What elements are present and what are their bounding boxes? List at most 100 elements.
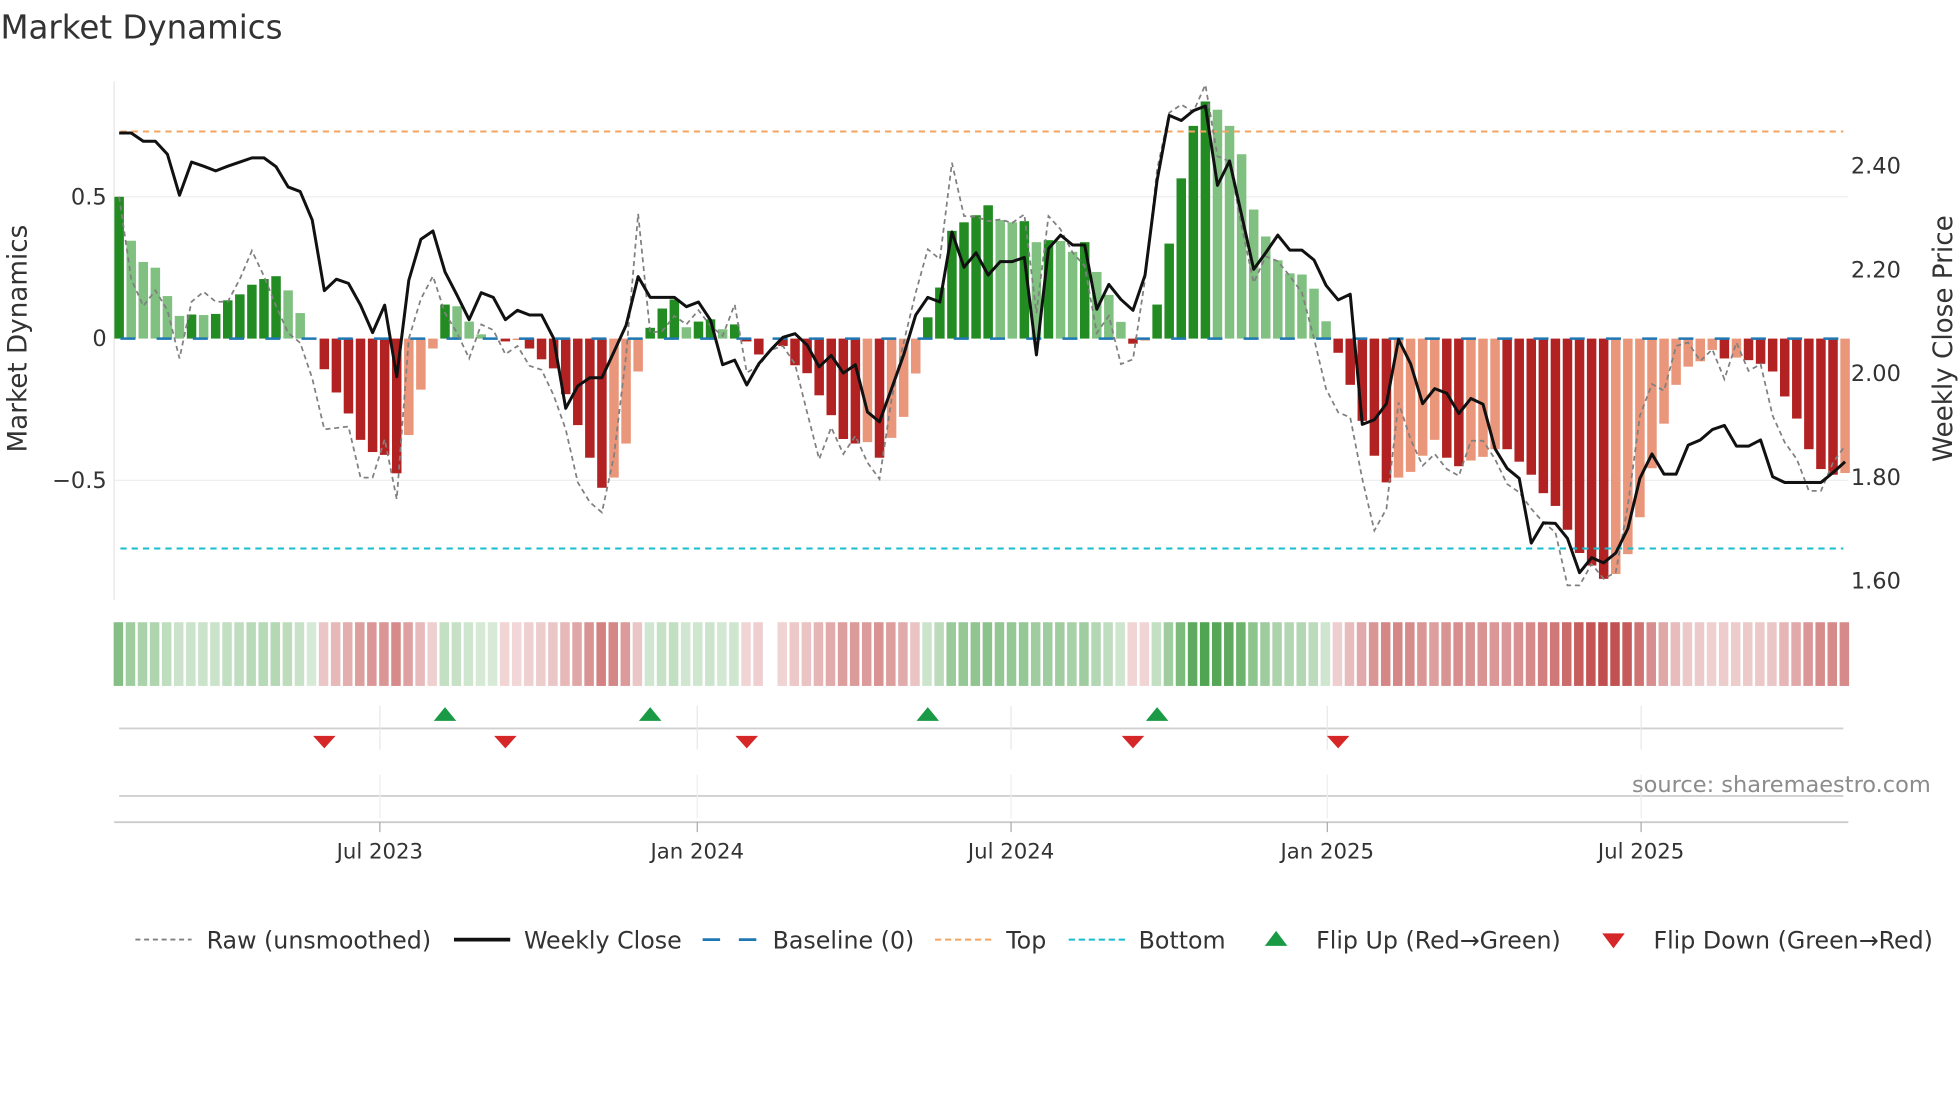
strip-cell (1598, 622, 1607, 686)
strip-cell (1007, 622, 1016, 686)
strip-cell (1381, 622, 1390, 686)
strip-cell (1357, 622, 1366, 686)
strip-cell (850, 622, 859, 686)
legend-label-close: Weekly Close (524, 926, 682, 954)
strip-cell (1417, 622, 1426, 686)
flip-up-marker (434, 707, 456, 721)
strip-cell (198, 622, 207, 686)
strip-cell (922, 622, 931, 686)
strip-cell (681, 622, 690, 686)
strip-cell (633, 622, 642, 686)
strip-cell (705, 622, 714, 686)
y2-tick-label: 2.00 (1851, 361, 1901, 387)
strip-cell (1296, 622, 1305, 686)
strip-cell (1743, 622, 1752, 686)
bar-positive (151, 268, 160, 339)
bar-positive (223, 300, 232, 338)
bar-negative (1840, 339, 1849, 473)
bar-negative (875, 339, 884, 458)
bar-negative (344, 339, 353, 414)
strip-cell (234, 622, 243, 686)
flip-down-marker (1327, 736, 1349, 748)
strip-cell (452, 622, 461, 686)
bar-positive (295, 313, 304, 339)
bar-positive (199, 315, 208, 339)
strip-cell (802, 622, 811, 686)
strip-cell (777, 622, 786, 686)
strip-cell (210, 622, 219, 686)
strip-cell (1345, 622, 1354, 686)
strip-cell (1791, 622, 1800, 686)
strip-cell (1514, 622, 1523, 686)
strip-cell (560, 622, 569, 686)
strip-cell (1152, 622, 1161, 686)
market-dynamics-chart: Market Dynamics Market Dynamics Weekly C… (0, 0, 1960, 1102)
strip-cell (379, 622, 388, 686)
strip-cell (1309, 622, 1318, 686)
bar-negative (1756, 339, 1765, 364)
strip-cell (258, 622, 267, 686)
bar-positive (1321, 321, 1330, 338)
flip-markers (119, 706, 1843, 818)
bar-negative (863, 339, 872, 443)
strip-cell (1477, 622, 1486, 686)
bar-negative (332, 339, 341, 393)
strip-cell (343, 622, 352, 686)
strip-cell (536, 622, 545, 686)
strip-cell (1634, 622, 1643, 686)
bar-negative (573, 339, 582, 426)
strip-cell (476, 622, 485, 686)
bar-negative (1659, 339, 1668, 424)
strip-cell (1671, 622, 1680, 686)
strip-cell (1562, 622, 1571, 686)
strip-cell (1224, 622, 1233, 686)
bar-positive (923, 317, 932, 338)
bar-negative (537, 339, 546, 360)
bar-positive (1177, 178, 1186, 338)
strip-cell (898, 622, 907, 686)
strip-cell (1622, 622, 1631, 686)
strip-cell (1803, 622, 1812, 686)
strip-cell (331, 622, 340, 686)
strip-cell (946, 622, 955, 686)
strip-cell (584, 622, 593, 686)
bar-positive (1189, 126, 1198, 339)
bar-negative (1514, 339, 1523, 462)
strip-cell (1200, 622, 1209, 686)
bar-negative (1804, 339, 1813, 450)
y2-ticks: 2.402.202.001.801.60 (1851, 154, 1901, 595)
strip-cell (1055, 622, 1064, 686)
strip-cell (548, 622, 557, 686)
flip-down-legend-icon (1602, 933, 1624, 948)
bar-negative (428, 339, 437, 349)
strip-cell (114, 622, 123, 686)
strip-cell (1236, 622, 1245, 686)
bar-negative (1623, 339, 1632, 555)
y-tick-label: 0 (92, 326, 106, 352)
raw-line (119, 85, 1845, 586)
strip-cell (1188, 622, 1197, 686)
flip-down-marker (494, 736, 516, 748)
flip-down-marker (736, 736, 758, 748)
strip-cell (1043, 622, 1052, 686)
strip-cell (995, 622, 1004, 686)
bar-negative (368, 339, 377, 452)
strip-cell (367, 622, 376, 686)
legend-label-flip_down: Flip Down (Green→Red) (1653, 926, 1932, 954)
strip-cell (1429, 622, 1438, 686)
bar-positive (1164, 244, 1173, 339)
y-axis-label: Market Dynamics (4, 225, 34, 453)
strip-cell (1393, 622, 1402, 686)
flip-up-marker (1146, 707, 1168, 721)
strip-cell (1815, 622, 1824, 686)
bar-positive (1249, 210, 1258, 339)
bar-positive (1297, 274, 1306, 338)
strip-cell (1333, 622, 1342, 686)
strip-cell (283, 622, 292, 686)
bar-positive (259, 279, 268, 339)
bar-negative (1780, 339, 1789, 397)
bar-negative (597, 339, 606, 488)
y-tick-label: −0.5 (52, 468, 107, 494)
y-ticks: 0.50−0.5 (52, 184, 107, 494)
bar-negative (851, 339, 860, 444)
